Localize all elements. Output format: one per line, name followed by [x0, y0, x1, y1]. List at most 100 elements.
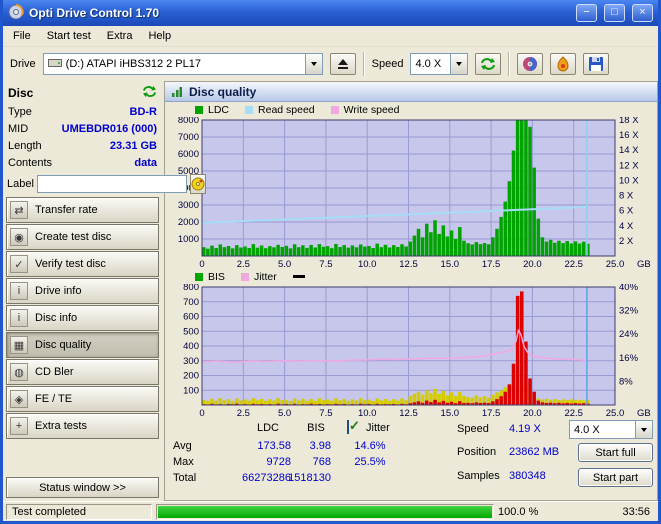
- transfer-rate-icon: ⇄: [10, 201, 28, 219]
- svg-text:2.5: 2.5: [237, 408, 250, 418]
- create-test-disc-icon: ◉: [10, 228, 28, 246]
- svg-text:15.0: 15.0: [441, 408, 460, 418]
- legend-item: Read speed: [245, 104, 315, 116]
- svg-text:700: 700: [183, 297, 199, 308]
- legend-black-dash: [292, 275, 305, 278]
- extra-tests-icon: +: [10, 417, 28, 435]
- disc-quality-tool-button[interactable]: [517, 53, 544, 75]
- sidebar-item-label: Drive info: [35, 285, 82, 297]
- refresh-icon: [481, 58, 496, 70]
- svg-text:40%: 40%: [619, 284, 639, 293]
- maximize-button[interactable]: □: [604, 4, 625, 22]
- avg-jitter-value: 14.6%: [354, 440, 386, 452]
- start-part-button[interactable]: Start part: [578, 468, 653, 487]
- svg-text:25.0: 25.0: [606, 259, 625, 269]
- svg-text:8000: 8000: [178, 117, 199, 126]
- bis-legend: BIS Jitter: [165, 269, 657, 284]
- speed-stat-select-arrow[interactable]: [635, 421, 652, 438]
- svg-text:20.0: 20.0: [523, 408, 542, 418]
- close-button[interactable]: ×: [632, 4, 653, 22]
- legend-swatch: [330, 105, 339, 114]
- speed-stat-select-value: 4.0 X: [574, 423, 600, 436]
- svg-text:32%: 32%: [619, 306, 639, 317]
- disc-contents-link[interactable]: data: [134, 157, 157, 169]
- ldc-chart: 10002000300040005000600070008000 18 X16 X…: [178, 117, 651, 269]
- jitter-checkbox[interactable]: [347, 420, 349, 434]
- menu-file[interactable]: File: [5, 27, 39, 45]
- disc-quality-icon: ▦: [10, 336, 28, 354]
- eject-button[interactable]: [329, 53, 356, 75]
- svg-text:0: 0: [199, 259, 204, 269]
- status-message: Test completed: [12, 505, 86, 518]
- disc-contents-label: Contents: [8, 156, 53, 169]
- refresh-disc-icon[interactable]: [142, 85, 157, 101]
- sidebar-item-disc-info[interactable]: i Disc info: [6, 305, 159, 331]
- disc-label-caption: Label: [7, 178, 34, 190]
- sidebar-item-cd-bler[interactable]: ◍ CD Bler: [6, 359, 159, 385]
- disc-mid-label: MID: [8, 122, 29, 135]
- burn-icon: [557, 56, 569, 72]
- position-stat-label: Position: [457, 446, 497, 458]
- disc-contents-row: Contents data: [6, 154, 159, 171]
- avg-row-label: Avg: [173, 440, 192, 452]
- disc-mid-value: UMEBDR016 (000): [61, 122, 157, 135]
- speed-select-value: 4.0 X: [415, 58, 442, 70]
- svg-text:10.0: 10.0: [358, 259, 377, 269]
- title-bar: Opti Drive Control 1.70 − □ ×: [3, 0, 658, 26]
- sidebar-item-transfer-rate[interactable]: ⇄ Transfer rate: [6, 197, 159, 223]
- disc-label-row: Label: [6, 171, 206, 197]
- svg-text:12 X: 12 X: [619, 160, 639, 171]
- speed-select-arrow[interactable]: [450, 54, 468, 74]
- menu-extra[interactable]: Extra: [99, 27, 141, 45]
- refresh-speed-button[interactable]: [475, 53, 502, 75]
- save-tool-button[interactable]: [583, 53, 610, 75]
- drive-label: Drive: [10, 58, 36, 70]
- max-bis-value: 768: [312, 456, 331, 468]
- svg-text:400: 400: [183, 341, 199, 352]
- menu-start-test[interactable]: Start test: [39, 27, 99, 45]
- disc-length-label: Length: [8, 139, 42, 152]
- svg-text:24%: 24%: [619, 329, 639, 340]
- sidebar-item-label: CD Bler: [35, 366, 74, 378]
- disc-header-label: Disc: [8, 86, 34, 100]
- svg-text:2 X: 2 X: [619, 236, 634, 247]
- drive-select-arrow[interactable]: [304, 54, 322, 74]
- svg-text:15.0: 15.0: [441, 259, 460, 269]
- sidebar-item-create-test-disc[interactable]: ◉ Create test disc: [6, 224, 159, 250]
- sidebar-item-fe-te[interactable]: ◈ FE / TE: [6, 386, 159, 412]
- toolbar: Drive (D:) ATAPI iHBS312 2 PL17 Speed 4.…: [3, 47, 658, 81]
- speed-stat-select[interactable]: 4.0 X: [569, 420, 653, 439]
- disc-label-input[interactable]: [36, 175, 187, 193]
- cd-bler-icon: ◍: [10, 363, 28, 381]
- minimize-button[interactable]: −: [576, 4, 597, 22]
- menu-help[interactable]: Help: [140, 27, 179, 45]
- sidebar-item-label: Extra tests: [35, 420, 87, 432]
- sidebar: Disc Type BD-R MID UMEBDR016 (000) Lengt…: [3, 81, 206, 501]
- svg-text:10 X: 10 X: [619, 175, 639, 186]
- svg-text:5.0: 5.0: [278, 408, 291, 418]
- verify-test-disc-icon: ✓: [10, 255, 28, 273]
- drive-info-icon: i: [10, 282, 28, 300]
- svg-text:6000: 6000: [178, 149, 199, 160]
- disc-length-row: Length 23.31 GB: [6, 137, 159, 154]
- svg-text:2000: 2000: [178, 217, 199, 228]
- burn-tool-button[interactable]: [550, 53, 577, 75]
- sidebar-item-disc-quality[interactable]: ▦ Disc quality: [6, 332, 159, 358]
- sidebar-item-label: Disc info: [35, 312, 78, 324]
- write-label-button[interactable]: [189, 174, 206, 194]
- legend-item: LDC: [195, 104, 229, 116]
- svg-text:8 X: 8 X: [619, 191, 634, 202]
- status-window-button[interactable]: Status window >>: [6, 477, 159, 498]
- sidebar-item-drive-info[interactable]: i Drive info: [6, 278, 159, 304]
- legend-swatch: [240, 272, 249, 281]
- sidebar-item-extra-tests[interactable]: + Extra tests: [6, 413, 159, 439]
- speed-select[interactable]: 4.0 X: [410, 53, 469, 75]
- sidebar-item-verify-test-disc[interactable]: ✓ Verify test disc: [6, 251, 159, 277]
- save-icon: [589, 57, 604, 71]
- drive-select[interactable]: (D:) ATAPI iHBS312 2 PL17: [42, 53, 323, 75]
- start-full-button[interactable]: Start full: [578, 443, 653, 462]
- svg-text:7000: 7000: [178, 132, 199, 143]
- svg-text:500: 500: [183, 326, 199, 337]
- svg-text:16%: 16%: [619, 353, 639, 364]
- svg-text:22.5: 22.5: [564, 408, 583, 418]
